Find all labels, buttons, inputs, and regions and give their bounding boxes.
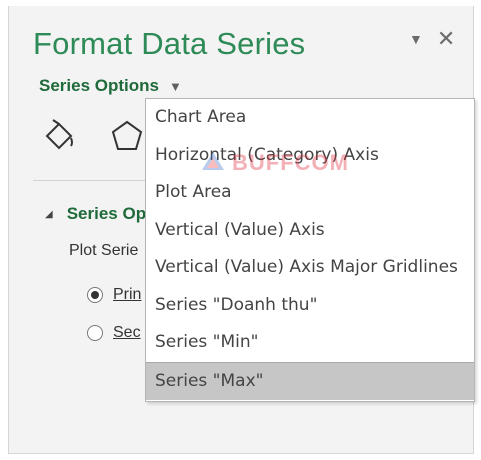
primary-axis-label: Prin [113, 286, 142, 303]
format-category-icons [39, 116, 147, 156]
dropdown-item-vertical-gridlines[interactable]: Vertical (Value) Axis Major Gridlines [146, 249, 474, 287]
pane-controls: ▼ ✕ [409, 26, 455, 52]
pane-title: Format Data Series [33, 26, 306, 61]
radio-unchecked-icon[interactable] [87, 325, 103, 341]
dropdown-item-plot-area[interactable]: Plot Area [146, 174, 474, 212]
series-options-label: Series Options [39, 76, 159, 95]
dropdown-item-vertical-axis[interactable]: Vertical (Value) Axis [146, 212, 474, 250]
dropdown-item-series-doanh-thu[interactable]: Series "Doanh thu" [146, 287, 474, 325]
plot-series-on-label: Plot Serie [69, 242, 139, 259]
series-options-section-header[interactable]: ◢ Series Op [45, 204, 146, 224]
series-options-dropdown-list: Chart Area Horizontal (Category) Axis Pl… [145, 98, 475, 402]
dropdown-item-chart-area[interactable]: Chart Area [146, 99, 474, 137]
chevron-down-icon: ▼ [168, 78, 182, 94]
dropdown-item-series-max[interactable]: Series "Max" [146, 361, 474, 400]
radio-checked-icon[interactable] [87, 287, 103, 303]
series-options-dropdown[interactable]: Series Options ▼ [39, 76, 182, 96]
primary-axis-radio[interactable]: Prin [87, 286, 141, 304]
close-icon[interactable]: ✕ [437, 26, 455, 52]
effects-pentagon-icon[interactable] [107, 116, 147, 156]
fill-line-icon[interactable] [39, 116, 79, 156]
section-title: Series Op [66, 204, 147, 223]
pane-options-chevron-icon[interactable]: ▼ [409, 31, 423, 47]
dropdown-item-series-min[interactable]: Series "Min" [146, 324, 474, 362]
dropdown-item-horizontal-axis[interactable]: Horizontal (Category) Axis [146, 137, 474, 175]
secondary-axis-label: Sec [113, 324, 141, 341]
secondary-axis-radio[interactable]: Sec [87, 324, 141, 342]
collapse-triangle-icon: ◢ [45, 208, 53, 220]
